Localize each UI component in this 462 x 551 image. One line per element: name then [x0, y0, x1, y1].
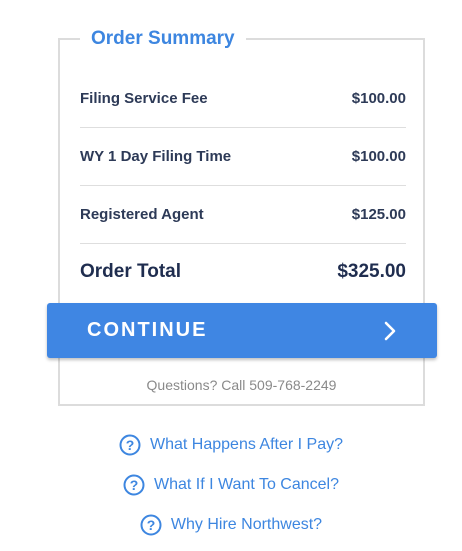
line-item-label: WY 1 Day Filing Time [80, 148, 232, 165]
svg-text:?: ? [126, 437, 135, 453]
line-item-amount: $100.00 [351, 90, 406, 107]
question-circle-icon: ? [140, 514, 162, 536]
order-total-row: Order Total $325.00 [80, 244, 406, 300]
line-item-amount: $100.00 [351, 148, 406, 165]
faq-link-after-pay[interactable]: ? What Happens After I Pay? [0, 434, 462, 456]
order-summary-title: Order Summary [80, 26, 246, 52]
line-item-label: Registered Agent [80, 206, 204, 223]
line-item: Registered Agent $125.00 [80, 186, 406, 244]
svg-text:?: ? [130, 477, 139, 493]
question-circle-icon: ? [119, 434, 141, 456]
chevron-right-icon [383, 321, 397, 341]
faq-link-why-northwest[interactable]: ? Why Hire Northwest? [0, 514, 462, 536]
order-summary-rows: Filing Service Fee $100.00 WY 1 Day Fili… [80, 70, 406, 300]
continue-button-label: CONTINUE [87, 319, 208, 341]
line-item-amount: $125.00 [351, 206, 406, 223]
faq-link-cancel[interactable]: ? What If I Want To Cancel? [0, 474, 462, 496]
question-circle-icon: ? [123, 474, 145, 496]
continue-button[interactable]: CONTINUE [47, 303, 437, 358]
contact-phone-text: Questions? Call 509-768-2249 [146, 377, 337, 393]
line-item: Filing Service Fee $100.00 [80, 70, 406, 128]
line-item-label: Filing Service Fee [80, 90, 208, 107]
faq-link-label: Why Hire Northwest? [170, 516, 323, 533]
svg-text:?: ? [147, 517, 156, 533]
order-total-amount: $325.00 [337, 261, 406, 282]
faq-link-label: What Happens After I Pay? [150, 436, 343, 453]
line-item: WY 1 Day Filing Time $100.00 [80, 128, 406, 186]
order-total-label: Order Total [80, 261, 181, 282]
faq-link-label: What If I Want To Cancel? [154, 476, 339, 493]
